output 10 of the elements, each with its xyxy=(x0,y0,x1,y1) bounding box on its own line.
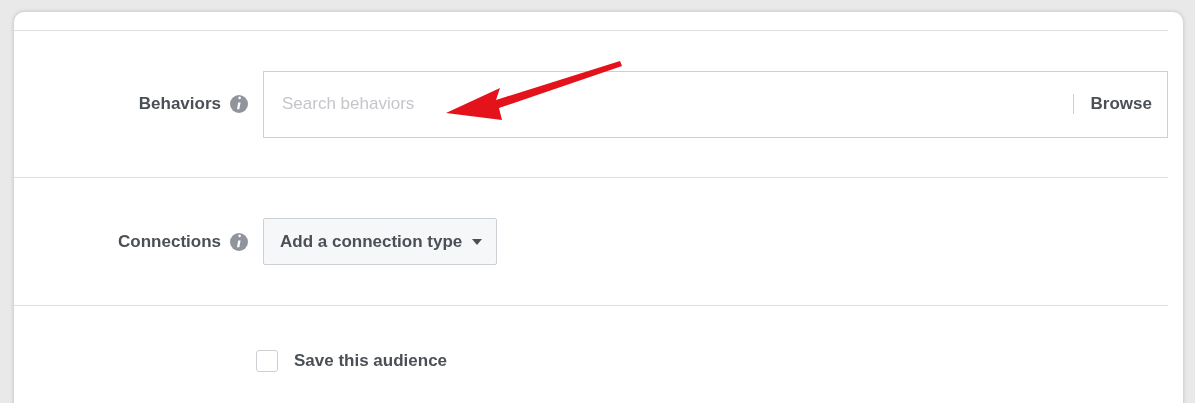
save-checkbox[interactable] xyxy=(256,350,278,372)
browse-link[interactable]: Browse xyxy=(1073,94,1167,114)
caret-icon xyxy=(472,238,483,245)
search-field[interactable]: Search behaviors Browse xyxy=(263,70,1168,138)
info-icon[interactable] xyxy=(229,231,249,252)
info-icon[interactable] xyxy=(229,94,249,114)
connection-type-dropdown[interactable]: Add a connection type xyxy=(263,218,498,265)
field-label: Connections xyxy=(118,231,221,252)
checkbox-label: Save this audience xyxy=(294,351,448,371)
field-label: Behaviors xyxy=(138,94,221,114)
